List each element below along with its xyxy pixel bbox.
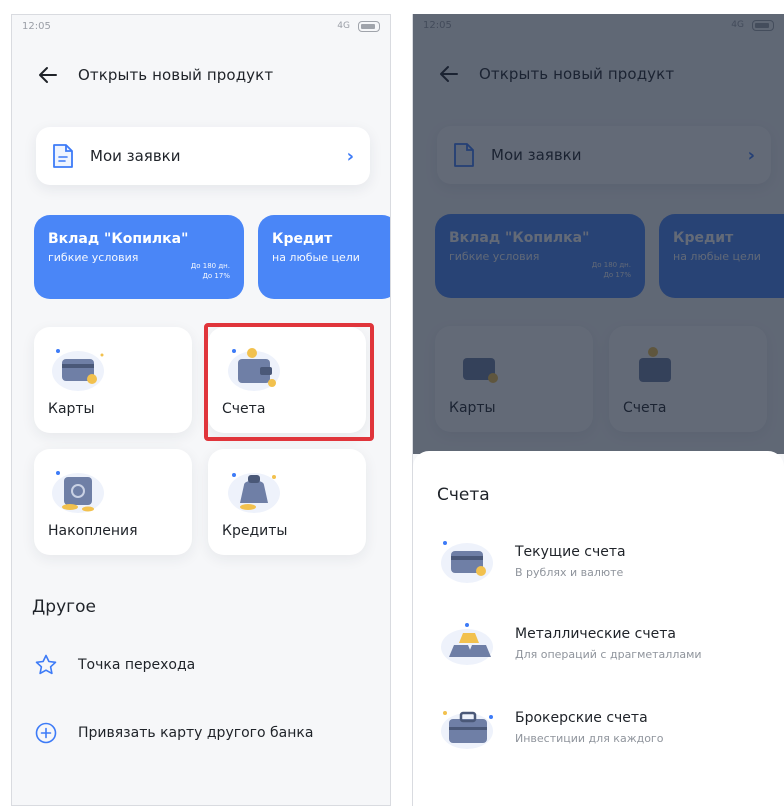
money-bag-icon — [222, 463, 286, 517]
screen-right: 12:05 4G Открыть новый продукт Мои заявк… — [412, 14, 784, 806]
broker-accounts-subtitle: Инвестиции для каждого — [515, 731, 664, 745]
star-icon — [34, 653, 58, 677]
briefcase-icon — [437, 701, 499, 753]
tile-savings[interactable]: Накопления — [34, 449, 192, 555]
page-title: Открыть новый продукт — [78, 66, 274, 84]
promo-credit-title: Кредит — [272, 231, 333, 247]
plus-circle-icon — [34, 721, 58, 745]
metal-accounts-title: Металлические счета — [515, 625, 676, 642]
other-item-bind-card[interactable]: Привязать карту другого банка — [34, 721, 313, 745]
status-time: 12:05 — [22, 21, 51, 32]
promo-deposit-term-days: До 180 дн. — [190, 262, 230, 270]
tile-savings-label: Накопления — [48, 523, 138, 539]
promo-deposit-terms: До 180 дн. До 17% — [191, 261, 230, 281]
other-item-transfer-point[interactable]: Точка перехода — [34, 653, 195, 677]
page-header: Открыть новый продукт — [36, 63, 273, 87]
document-icon — [52, 143, 74, 169]
tile-cards-label: Карты — [48, 401, 95, 417]
status-bar: 12:05 4G — [12, 15, 390, 39]
promo-deposit-title: Вклад "Копилка" — [48, 231, 189, 247]
current-accounts-title: Текущие счета — [515, 543, 626, 560]
sheet-item-broker-accounts[interactable]: Брокерские счета Инвестиции для каждого — [437, 701, 663, 753]
promo-credit-subtitle: на любые цели — [272, 251, 360, 264]
my-requests-label: Мои заявки — [90, 147, 181, 165]
card-icon — [437, 535, 499, 587]
chevron-right-icon: › — [346, 145, 354, 167]
tile-cards[interactable]: Карты — [34, 327, 192, 433]
accounts-bottom-sheet: Счета Текущие счета В рублях и валюте Ме… — [413, 451, 784, 806]
sheet-item-current-accounts[interactable]: Текущие счета В рублях и валюте — [437, 535, 626, 587]
broker-accounts-title: Брокерские счета — [515, 709, 648, 726]
dim-overlay[interactable] — [413, 14, 784, 454]
gold-bars-icon — [437, 617, 499, 669]
promo-deposit-term-rate: До 17% — [202, 272, 230, 280]
battery-icon — [358, 21, 380, 32]
highlight-box — [204, 323, 374, 441]
promo-deposit-card[interactable]: Вклад "Копилка" гибкие условия До 180 дн… — [34, 215, 244, 299]
credit-card-icon — [48, 341, 112, 395]
screen-left: 12:05 4G Открыть новый продукт Мои заявк… — [11, 14, 391, 806]
tile-credits-label: Кредиты — [222, 523, 288, 539]
tile-credits[interactable]: Кредиты — [208, 449, 366, 555]
my-requests-button[interactable]: Мои заявки › — [36, 127, 370, 185]
bind-card-label: Привязать карту другого банка — [78, 725, 314, 741]
current-accounts-subtitle: В рублях и валюте — [515, 565, 624, 579]
metal-accounts-subtitle: Для операций с драгметаллами — [515, 647, 702, 661]
safe-icon — [48, 463, 112, 517]
sheet-title: Счета — [437, 485, 490, 505]
transfer-point-label: Точка перехода — [78, 657, 196, 673]
promo-credit-card[interactable]: Кредит на любые цели — [258, 215, 390, 299]
sheet-item-metal-accounts[interactable]: Металлические счета Для операций с драгм… — [437, 617, 702, 669]
back-arrow-icon[interactable] — [36, 63, 60, 87]
other-section-heading: Другое — [32, 597, 96, 617]
network-indicator: 4G — [337, 21, 350, 31]
